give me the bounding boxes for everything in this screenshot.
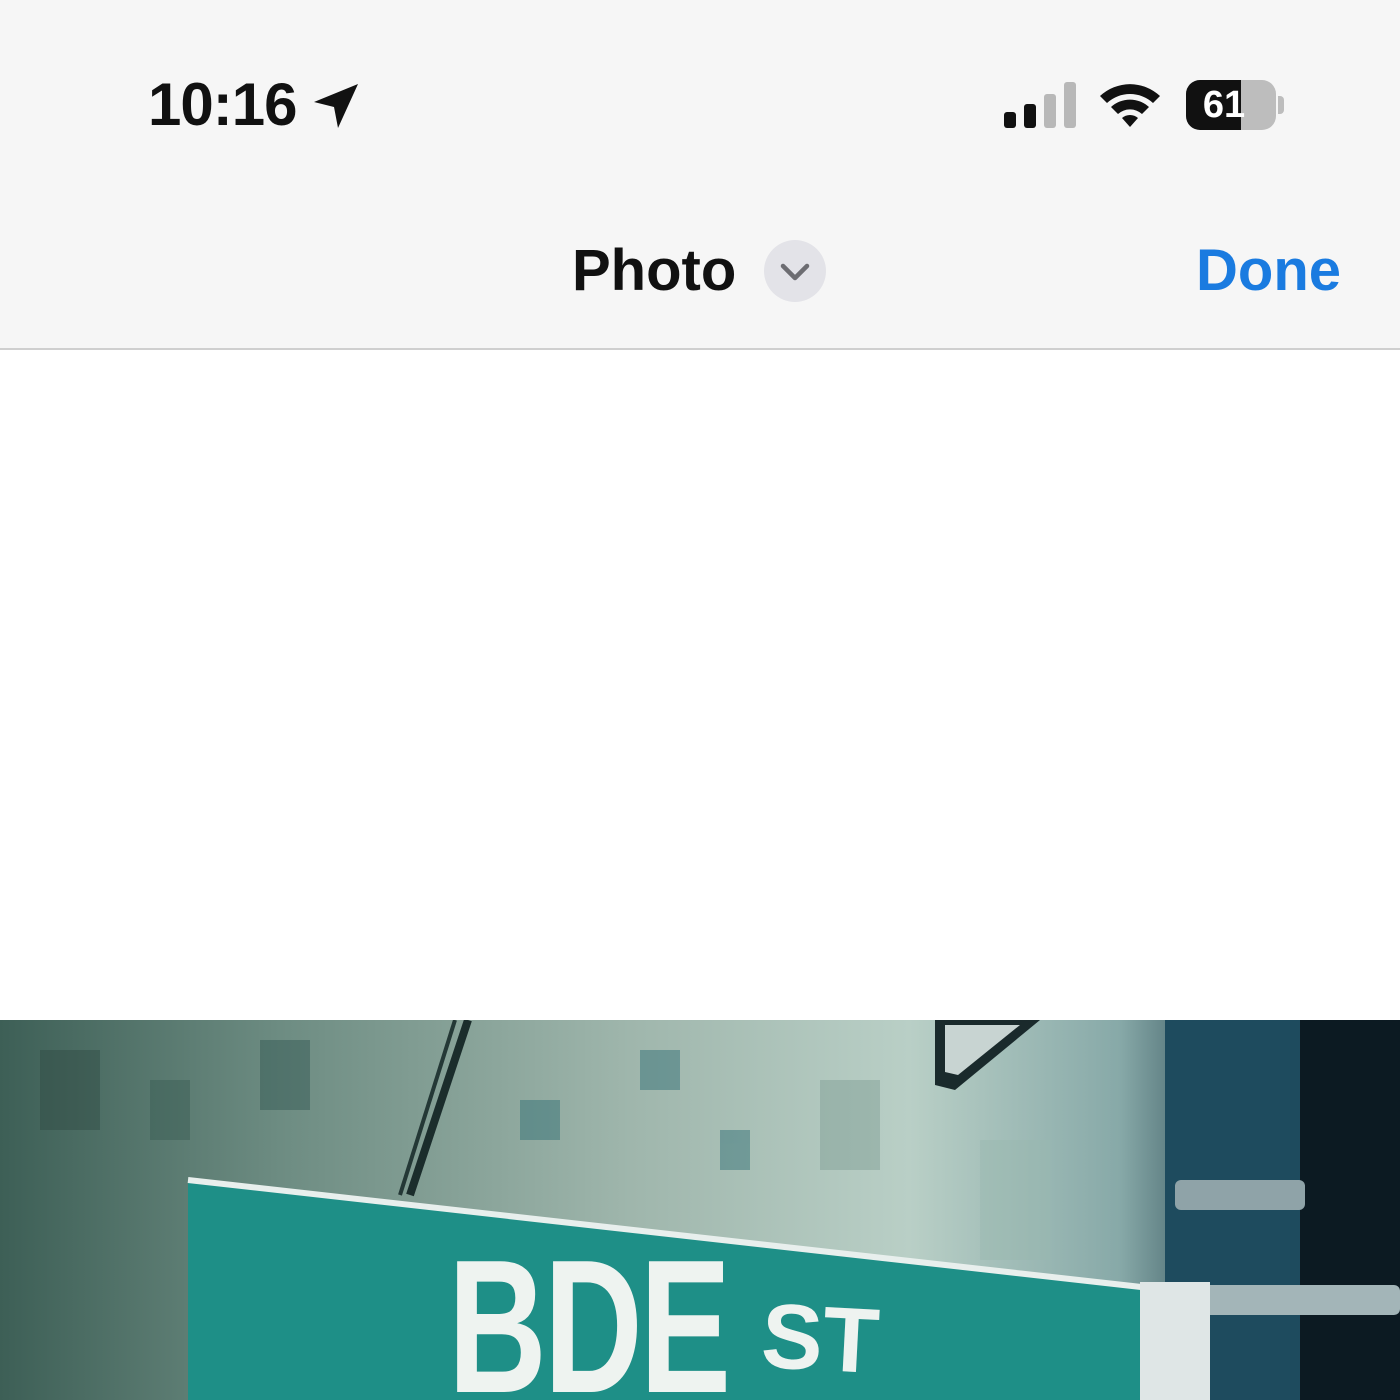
battery-percent: 61 [1202,84,1246,126]
chevron-down-icon [780,263,810,281]
location-arrow-icon [314,84,358,128]
photo-preview[interactable]: BDE ST [0,1020,1400,1400]
street-sign-name: BDE [448,1221,731,1400]
photo-canvas-blank [0,352,1400,1020]
cellular-signal-icon [1004,82,1076,128]
done-button[interactable]: Done [1196,238,1341,304]
status-time: 10:16 [148,71,297,138]
street-sign-suffix: ST [758,1285,882,1394]
page-title: Photo [572,238,737,303]
status-bar: 10:16 61 [0,0,1400,170]
wifi-icon [1100,84,1160,127]
title-menu-button[interactable] [764,240,826,302]
top-chrome: 10:16 61 Photo Done [0,0,1400,350]
battery-body: 61 [1186,80,1276,130]
battery-cap [1278,96,1284,114]
battery-icon: 61 [1186,80,1286,130]
